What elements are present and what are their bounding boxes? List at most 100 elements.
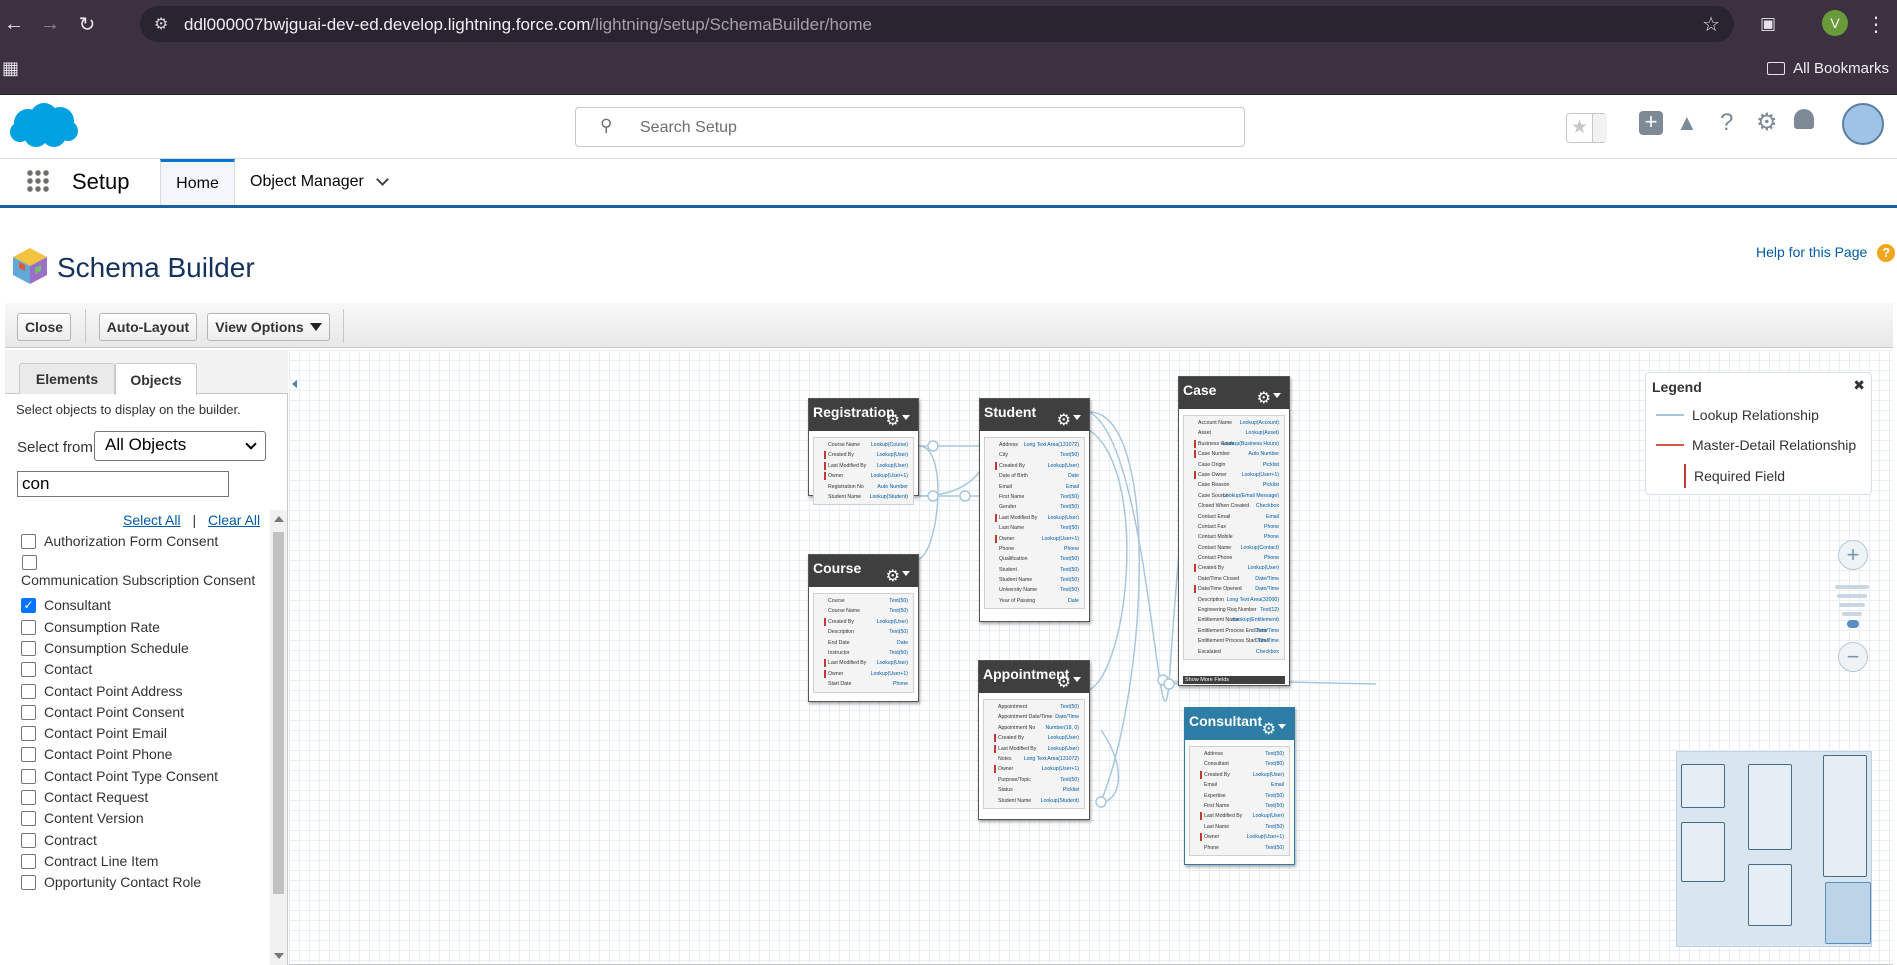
object-checkbox[interactable] [21,683,36,699]
field-row[interactable]: Appointment Date/Time Date/Time [984,712,1084,722]
object-list-item[interactable]: Contact [21,661,92,678]
field-row[interactable]: Created By Lookup(User) [814,617,913,627]
field-row[interactable]: Status Picklist [984,785,1084,795]
minimap-viewport[interactable] [1825,882,1871,944]
field-row[interactable]: Case Source Lookup(Email Message) [1184,491,1284,501]
field-row[interactable]: Date/Time Closed Date/Time [1184,574,1284,584]
add-icon[interactable]: + [1639,111,1663,135]
salesforce-logo[interactable] [8,101,80,151]
tab-object-manager[interactable]: Object Manager [250,159,389,205]
field-row[interactable]: Appointment Text(50) [984,702,1084,712]
object-checkbox[interactable] [21,811,36,827]
app-launcher-icon[interactable] [26,169,50,193]
field-row[interactable]: Created By Lookup(User) [814,450,913,460]
field-row[interactable]: End Date Date [814,638,913,648]
zoom-level-bar[interactable] [1839,603,1865,607]
field-row[interactable]: Case Owner Lookup(User+1) [1184,470,1284,480]
object-list-item[interactable]: Contact Point Address [21,683,183,699]
reload-icon[interactable]: ↻ [73,10,101,38]
object-header[interactable]: Case ⚙ [1179,377,1289,409]
scroll-thumb[interactable] [273,532,284,894]
select-all-link[interactable]: Select All [123,512,181,528]
field-row[interactable]: Contact Mobile Phone [1184,532,1284,542]
object-checkbox[interactable] [21,704,36,720]
field-row[interactable]: Contact Phone Phone [1184,553,1284,563]
schema-object-registration[interactable]: Registration ⚙ Course Name Lookup(Course)… [808,398,919,506]
field-row[interactable]: Purpose/Topic Text(50) [984,775,1084,785]
scroll-up-icon[interactable] [274,516,284,522]
field-row[interactable]: Instructor Text(50) [814,648,913,658]
field-row[interactable]: Case Origin Picklist [1184,460,1284,470]
field-row[interactable]: Date of Birth Date [985,471,1084,481]
field-row[interactable]: Student Text(50) [985,565,1084,575]
object-checkbox[interactable] [21,726,36,742]
field-row[interactable]: University Name Text(50) [985,585,1084,595]
object-checkbox[interactable] [22,555,37,571]
field-row[interactable]: Contact Email Email [1184,512,1284,522]
favorites-button[interactable]: ★ [1566,113,1607,143]
field-row[interactable]: First Name Text(50) [1190,801,1289,811]
view-options-button[interactable]: View Options [207,313,330,341]
field-row[interactable]: Owner Lookup(User+1) [985,534,1084,544]
apps-grid-icon[interactable]: ▦ [2,58,19,79]
user-avatar[interactable] [1842,103,1884,145]
field-row[interactable]: Description Long Text Area(32000) [1184,595,1284,605]
gear-icon[interactable]: ⚙ [886,410,900,430]
object-checkbox[interactable] [21,534,36,549]
object-list-item[interactable]: Content Version [21,810,144,827]
zoom-level-bar[interactable] [1835,585,1869,589]
field-row[interactable]: Email Email [1190,780,1289,790]
field-row[interactable]: Owner Lookup(User+1) [814,471,913,481]
field-row[interactable]: Case Number Auto Number [1184,449,1284,459]
forward-icon[interactable]: → [36,10,64,38]
field-row[interactable]: Phone Text(50) [1190,843,1289,853]
gear-icon[interactable]: ⚙ [1262,719,1276,739]
zoom-in-icon[interactable]: + [1838,540,1868,570]
object-list-item[interactable]: Contact Request [21,789,148,805]
schema-object-appointment[interactable]: Appointment ⚙ Appointment Text(50) Appoint… [978,660,1090,820]
chevron-down-icon[interactable] [1592,114,1607,142]
field-row[interactable]: Entitlement Name Lookup(Entitlement) [1184,615,1284,625]
field-row[interactable]: Notes Long Text Area(131072) [984,754,1084,764]
field-row[interactable]: Student Name Lookup(Student) [814,492,913,502]
field-row[interactable]: Address Long Text Area(131072) [985,440,1084,450]
field-row[interactable]: Qualification Text(50) [985,554,1084,564]
caret-down-icon[interactable] [902,571,910,576]
zoom-level-bar[interactable] [1837,594,1867,598]
object-checkbox[interactable] [21,662,36,678]
zoom-slider-handle[interactable] [1847,620,1859,628]
schema-object-course[interactable]: Course ⚙ Course Text(50) Course Name Text(5… [808,554,919,702]
tab-elements[interactable]: Elements [19,363,115,394]
schema-object-student[interactable]: Student ⚙ Address Long Text Area(131072) C… [979,398,1090,622]
tab-home[interactable]: Home [160,159,235,205]
tab-objects[interactable]: Objects [115,363,197,395]
object-header[interactable]: Course ⚙ [809,555,918,587]
field-row[interactable]: Date/Time Opened Date/Time [1184,584,1284,594]
object-list-item[interactable]: Consumption Schedule [21,640,189,656]
field-row[interactable]: Closed When Created Checkbox [1184,501,1284,511]
field-row[interactable]: Owner Lookup(User+1) [984,764,1084,774]
object-list-item[interactable]: Authorization Form Consent [21,533,218,549]
close-icon[interactable]: ✖ [1853,377,1865,394]
site-info-icon[interactable]: ⚙ [154,14,168,34]
field-row[interactable]: Start Date Phone [814,679,913,689]
object-header[interactable]: Consultant ⚙ [1185,708,1294,740]
all-bookmarks[interactable]: All Bookmarks [1767,60,1889,77]
zoom-level-bar[interactable] [1842,612,1862,616]
object-header[interactable]: Registration ⚙ [809,399,918,431]
back-icon[interactable]: ← [0,10,28,38]
field-row[interactable]: Escalated Checkbox [1184,647,1284,657]
object-list-item[interactable]: ✓ Consultant [21,597,111,614]
object-checkbox[interactable] [21,747,36,763]
schema-object-case[interactable]: Case ⚙ Account Name Lookup(Account) Asset L… [1178,376,1290,686]
field-row[interactable]: Owner Lookup(User+1) [1190,832,1289,842]
field-row[interactable]: City Text(50) [985,450,1084,460]
help-icon[interactable]: ? [1720,109,1733,137]
field-row[interactable]: Account Name Lookup(Account) [1184,418,1284,428]
field-row[interactable]: Course Name Lookup(Course) [814,440,913,450]
scroll-down-icon[interactable] [274,953,284,959]
caret-down-icon[interactable] [1273,393,1281,398]
browser-menu-icon[interactable]: ⋮ [1862,10,1890,38]
field-row[interactable]: First Name Text(50) [985,492,1084,502]
field-row[interactable]: Owner Lookup(User+1) [814,669,913,679]
